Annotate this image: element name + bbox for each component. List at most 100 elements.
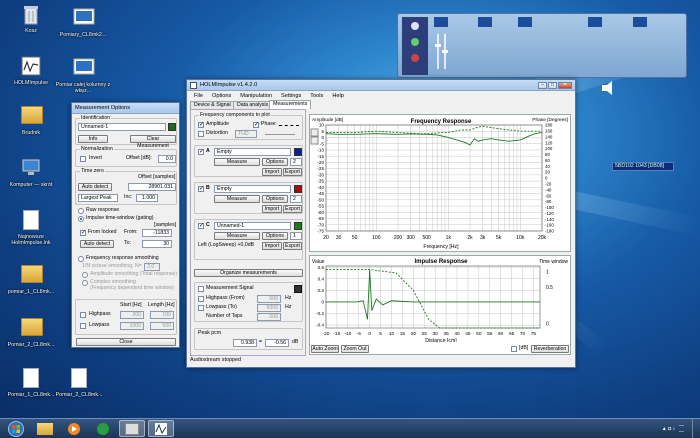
menu-options[interactable]: Options	[212, 93, 231, 99]
signal-lowpass-checkbox[interactable]	[198, 305, 204, 311]
auto-detect-window-button[interactable]: Auto detect	[80, 240, 114, 248]
menu-settings[interactable]: Settings	[281, 93, 301, 99]
channel-b-import-button[interactable]: Import	[262, 205, 282, 213]
auto-zoom-button[interactable]: Auto Zoom	[311, 345, 339, 353]
identification-color-swatch[interactable]	[168, 123, 176, 131]
minimize-button[interactable]: –	[538, 81, 547, 89]
db-checkbox[interactable]	[511, 346, 517, 352]
gating-radio[interactable]	[78, 216, 84, 222]
desktop-icon-brudnik[interactable]: Brudnik	[0, 104, 62, 136]
desktop-icon-pomiar2-doc[interactable]: Pomiar_2_CL8mk...	[48, 368, 110, 398]
channel-b-checkbox[interactable]: ✓	[198, 186, 204, 192]
peak-mode-select[interactable]: Largest Peak	[78, 194, 118, 202]
measurement-signal-checkbox[interactable]	[198, 286, 204, 292]
channel-b-export-button[interactable]: Export	[283, 205, 302, 213]
signal-highpass-field[interactable]: 500	[257, 295, 281, 303]
audio-mixer-gadget[interactable]	[397, 13, 687, 78]
taskbar-holmimpulse[interactable]	[148, 420, 174, 437]
channel-a-checkbox[interactable]: ✓	[198, 149, 204, 155]
tab-device-signal[interactable]: Device & Signal	[190, 101, 235, 109]
lowpass-checkbox[interactable]	[80, 323, 86, 329]
channel-c-color-swatch[interactable]	[294, 222, 302, 230]
highpass-length-field[interactable]: 100	[150, 311, 174, 319]
signal-lowpass-field[interactable]: 5000	[257, 304, 281, 312]
info-button[interactable]: Info	[78, 135, 108, 143]
channel-a-name-field[interactable]: Empty	[214, 148, 291, 156]
channel-c-number[interactable]: 1	[290, 232, 302, 240]
channel-c-export-button[interactable]: Export	[283, 242, 302, 250]
channel-a-import-button[interactable]: Import	[262, 168, 282, 176]
desktop-icon-pomiar-calej[interactable]: Pomiar całej kolumny z wkęz...	[52, 58, 114, 95]
menu-file[interactable]: File	[194, 93, 203, 99]
lowpass-start-field[interactable]: 1000	[120, 322, 144, 330]
raw-response-radio[interactable]	[78, 208, 84, 214]
auto-detect-button[interactable]: Auto detect	[78, 183, 112, 191]
maximize-button[interactable]: □	[548, 81, 557, 89]
reverberation-button[interactable]: Reverberation	[531, 345, 569, 353]
clock[interactable]: — —	[679, 423, 684, 435]
menu-help[interactable]: Help	[332, 93, 344, 99]
channel-b-measure-button[interactable]: Measure	[214, 195, 260, 203]
highpass-start-field[interactable]: 200	[120, 311, 144, 319]
channel-b-name-field[interactable]: Empty	[214, 185, 291, 193]
channel-a-color-swatch[interactable]	[294, 148, 302, 156]
x-tick-label: -5	[357, 331, 362, 337]
offset-db-field[interactable]: 0.0	[158, 155, 176, 163]
organize-measurements-button[interactable]: Organize measurements	[194, 269, 303, 277]
distortion-checkbox[interactable]	[198, 131, 204, 137]
channel-a-options-button[interactable]: Options	[262, 158, 288, 166]
desktop-icon-pomiar2[interactable]: Pomiar_2_CL8mk...	[0, 316, 62, 348]
channel-c-measure-button[interactable]: Measure	[214, 232, 260, 240]
from-field[interactable]: -11833	[142, 229, 172, 237]
inc-field[interactable]: 1.000	[136, 194, 158, 202]
tab-data-analysis[interactable]: Data analysis	[233, 101, 273, 109]
channel-c-import-button[interactable]: Import	[262, 242, 282, 250]
tab-measurements[interactable]: Measurements	[269, 100, 312, 109]
close-button[interactable]: Close	[76, 338, 176, 346]
to-field[interactable]: 30	[142, 240, 172, 248]
channel-b-number[interactable]: 2	[290, 195, 302, 203]
menu-tools[interactable]: Tools	[310, 93, 323, 99]
system-tray[interactable]: ▲ ◘ ♪	[662, 426, 675, 432]
amplitude-checkbox[interactable]: ✓	[198, 122, 204, 128]
from-locked-checkbox[interactable]: ✓	[80, 230, 86, 236]
identification-field[interactable]: Unnamed-1	[78, 123, 166, 131]
signal-highpass-checkbox[interactable]	[198, 296, 204, 302]
desktop-icon-pomiary[interactable]: Pomiary_CL8mk2...	[52, 8, 114, 38]
invert-checkbox[interactable]	[80, 156, 86, 162]
channel-c-checkbox[interactable]: ✓	[198, 223, 204, 229]
channel-b-color-swatch[interactable]	[294, 185, 302, 193]
channel-c-name-field[interactable]: Unnamed-1	[214, 222, 291, 230]
complex-smoothing-radio[interactable]	[82, 280, 88, 286]
taps-field[interactable]: 500	[257, 313, 281, 321]
frequency-response-chart[interactable]: Frequency ResponseAmplitude [dB] Phase [D…	[310, 115, 572, 253]
clear-measurement-button[interactable]: Clear Measurement	[130, 135, 176, 149]
taskbar-media[interactable]	[61, 420, 87, 437]
lowpass-length-field[interactable]: 500	[150, 322, 174, 330]
amplitude-smoothing-radio[interactable]	[82, 272, 88, 278]
show-desktop-button[interactable]	[692, 419, 700, 438]
time-zero-offset-field[interactable]: 28901.031	[128, 183, 176, 191]
distortion-select[interactable]: THD	[235, 130, 257, 138]
channel-c-options-button[interactable]: Options	[262, 232, 288, 240]
taskbar-measurement-options[interactable]	[119, 420, 145, 437]
desktop-icon-najnowsze[interactable]: Najnowsze HolmImpulse.lnk	[0, 210, 62, 247]
desktop-icon-pomiar1[interactable]: pomiar_1_CL8mk...	[0, 263, 62, 295]
channel-b-options-button[interactable]: Options	[262, 195, 288, 203]
menu-manipulation[interactable]: Manipulation	[240, 93, 272, 99]
channel-a-measure-button[interactable]: Measure	[214, 158, 260, 166]
start-button[interactable]	[3, 420, 29, 437]
desktop-icon-komputer[interactable]: Komputer — skrót	[0, 158, 62, 188]
close-window-button[interactable]: ✕	[558, 81, 572, 89]
channel-a-number[interactable]: 2	[290, 158, 302, 166]
zoom-out-button[interactable]: Zoom Out	[341, 345, 369, 353]
taskbar-app[interactable]	[90, 420, 116, 437]
taskbar-explorer[interactable]	[32, 420, 58, 437]
octave-n-field[interactable]: 3.0	[144, 263, 160, 271]
channel-a-export-button[interactable]: Export	[283, 168, 302, 176]
freq-smoothing-radio[interactable]	[78, 256, 84, 262]
impulse-response-chart[interactable]: Value Impulse Response Time window-20 -15 -1…	[310, 256, 572, 344]
signal-color-swatch[interactable]	[294, 285, 302, 293]
phase-checkbox[interactable]: ✓	[253, 122, 259, 128]
highpass-checkbox[interactable]	[80, 312, 86, 318]
